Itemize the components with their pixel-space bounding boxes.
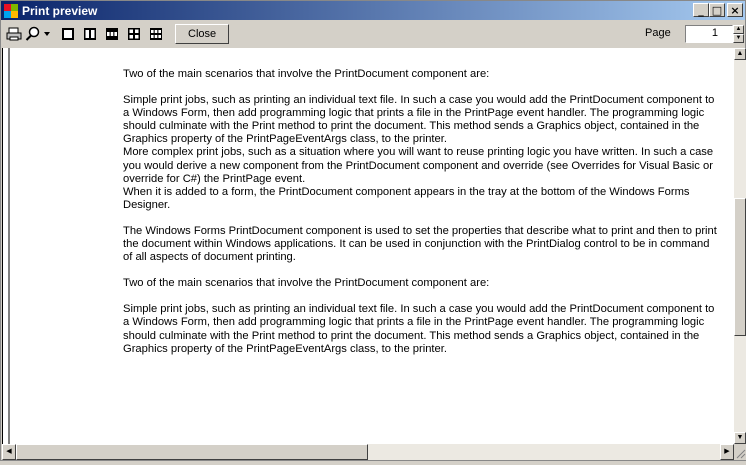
six-pages-icon[interactable] — [145, 24, 167, 44]
page-label: Page — [645, 27, 671, 39]
print-preview-window: Print preview _ □ × Close Page 1 ▲ ▼ Two… — [0, 0, 746, 461]
minimize-button[interactable]: _ — [693, 3, 709, 17]
page-left-edge — [8, 48, 10, 444]
paragraph: Simple print jobs, such as printing an i… — [123, 303, 715, 355]
scroll-up-icon[interactable]: ▲ — [734, 48, 746, 60]
paragraph: When it is added to a form, the PrintDoc… — [123, 185, 690, 211]
close-window-button[interactable]: × — [727, 3, 743, 17]
scroll-down-icon[interactable]: ▼ — [734, 432, 746, 444]
window-controls: _ □ × — [693, 3, 743, 17]
page-number-input[interactable]: 1 — [685, 25, 733, 43]
paragraph: Two of the main scenarios that involve t… — [123, 68, 490, 80]
zoom-dropdown-icon[interactable] — [41, 24, 53, 44]
vertical-scrollbar[interactable]: ▲ ▼ — [734, 48, 746, 444]
paragraph: More complex print jobs, such as a situa… — [123, 146, 714, 185]
close-button[interactable]: Close — [175, 24, 230, 44]
one-page-icon[interactable] — [57, 24, 79, 44]
paragraph: Simple print jobs, such as printing an i… — [123, 94, 715, 146]
spin-down-icon[interactable]: ▼ — [733, 34, 744, 43]
preview-area[interactable]: Two of the main scenarios that involve t… — [2, 48, 734, 444]
zoom-icon[interactable] — [25, 24, 41, 44]
window-title: Print preview — [22, 3, 98, 18]
page-spinner[interactable]: ▲ ▼ — [733, 25, 744, 43]
app-icon — [3, 3, 19, 19]
resize-grip-icon[interactable] — [734, 444, 746, 460]
horizontal-scrollbar[interactable]: ◀ ▶ — [2, 444, 734, 460]
two-pages-icon[interactable] — [79, 24, 101, 44]
scroll-right-icon[interactable]: ▶ — [720, 444, 734, 460]
three-pages-icon[interactable] — [101, 24, 123, 44]
title-bar: Print preview _ □ × — [1, 1, 745, 20]
vertical-scroll-thumb[interactable] — [734, 198, 746, 336]
toolbar: Close — [1, 21, 745, 47]
paragraph: Two of the main scenarios that involve t… — [123, 277, 490, 290]
maximize-button[interactable]: □ — [709, 3, 725, 17]
horizontal-scroll-thumb[interactable] — [16, 444, 368, 460]
page-text: Two of the main scenarios that involve t… — [123, 68, 719, 356]
scroll-left-icon[interactable]: ◀ — [2, 444, 16, 460]
print-icon[interactable] — [3, 24, 25, 44]
spin-up-icon[interactable]: ▲ — [733, 25, 744, 34]
paragraph: The Windows Forms PrintDocument componen… — [123, 224, 717, 264]
four-pages-icon[interactable] — [123, 24, 145, 44]
